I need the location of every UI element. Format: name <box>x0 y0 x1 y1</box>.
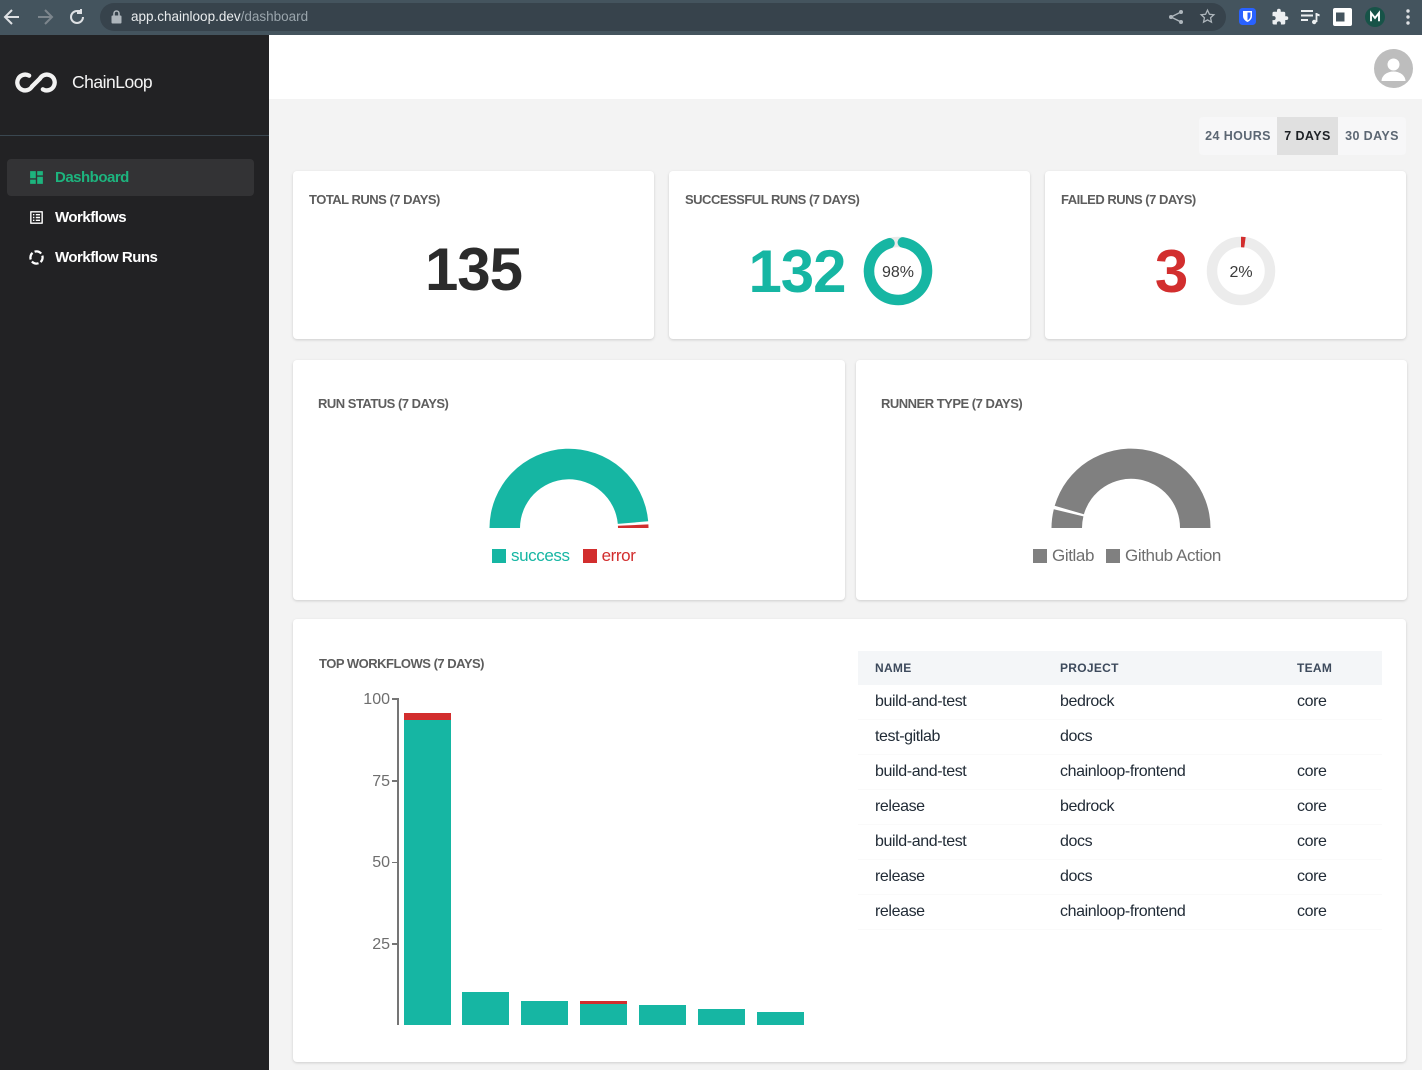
svg-text:98%: 98% <box>882 264 914 281</box>
svg-text:2%: 2% <box>1230 264 1253 281</box>
